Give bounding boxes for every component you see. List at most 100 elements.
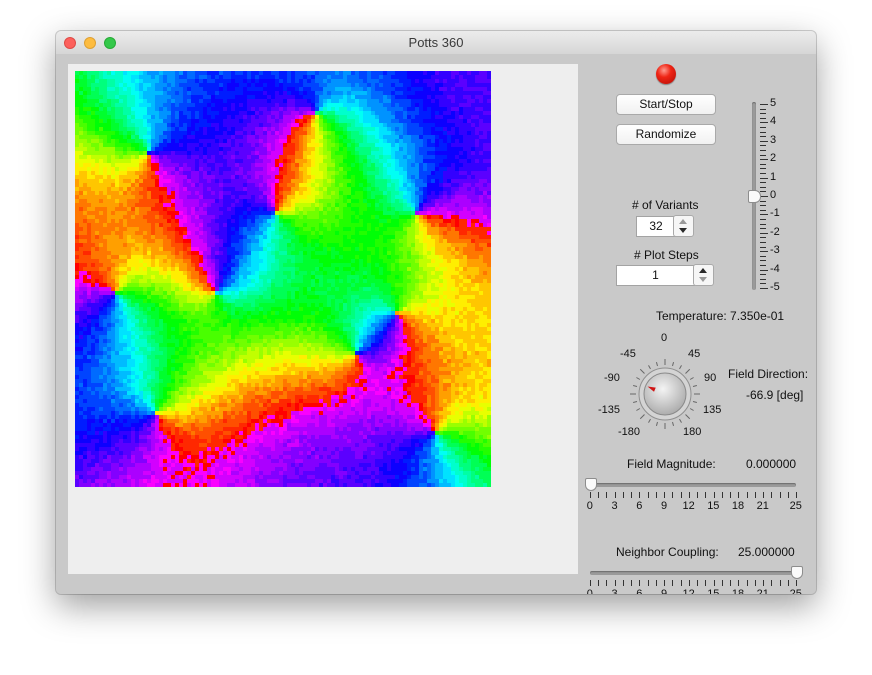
temperature-minor-tick xyxy=(760,255,766,257)
temperature-scale-label: -3 xyxy=(770,244,780,257)
field-direction-dial[interactable]: 0 -45 45 -90 90 -135 135 -180 180 xyxy=(590,332,730,452)
plot-steps-label: # Plot Steps xyxy=(634,248,699,262)
field-magnitude-tick xyxy=(639,492,641,498)
dial-tick xyxy=(685,414,691,420)
field-magnitude-tick xyxy=(746,492,748,498)
temperature-scale-label: -5 xyxy=(770,281,780,293)
field-magnitude-slider[interactable]: 0 3 6 9 12 15 18 21 25 xyxy=(584,476,804,516)
field-magnitude-scale-label: 6 xyxy=(636,500,643,512)
temperature-minor-tick xyxy=(760,127,766,128)
neighbor-coupling-slider[interactable]: 0 3 6 9 12 15 18 21 25 xyxy=(584,564,804,594)
dial-label-180: 180 xyxy=(683,426,702,438)
temperature-minor-tick xyxy=(760,191,766,193)
field-magnitude-tick xyxy=(664,492,666,498)
temperature-minor-tick xyxy=(760,182,766,184)
dial-label-135: 135 xyxy=(703,404,722,416)
temperature-scale-label: 1 xyxy=(770,170,777,183)
neighbor-coupling-tick xyxy=(697,580,699,586)
field-magnitude-tick xyxy=(787,492,789,498)
field-magnitude-scale-label: 21 xyxy=(756,500,769,512)
neighbor-coupling-thumb[interactable] xyxy=(791,566,803,579)
field-magnitude-scale-label: 15 xyxy=(707,500,720,512)
plot-steps-field[interactable]: 1 xyxy=(616,265,695,286)
field-magnitude-tick xyxy=(590,492,591,498)
dial-knob[interactable] xyxy=(643,372,687,416)
dial-tick xyxy=(692,401,698,404)
stepper-down-arrow-icon[interactable] xyxy=(699,277,707,282)
neighbor-coupling-tick xyxy=(672,580,674,586)
neighbor-coupling-scale-label: 9 xyxy=(660,588,668,594)
field-magnitude-label: Field Magnitude: xyxy=(627,457,716,471)
dial-tick xyxy=(655,421,658,427)
temperature-minor-tick xyxy=(760,205,766,207)
neighbor-coupling-tick xyxy=(622,580,624,586)
field-magnitude-tick xyxy=(631,492,633,498)
variants-stepper[interactable] xyxy=(673,215,694,237)
field-magnitude-tick xyxy=(754,492,756,498)
temperature-minor-tick xyxy=(760,228,766,230)
lattice-panel xyxy=(68,64,578,574)
neighbor-coupling-tick xyxy=(606,580,608,586)
variants-field[interactable]: 32 xyxy=(636,216,676,237)
temperature-scale-label: -2 xyxy=(770,225,780,238)
temperature-scale-label: 2 xyxy=(770,152,777,165)
temperature-major-tick xyxy=(760,251,768,253)
temperature-scale-label: 4 xyxy=(770,115,777,128)
temperature-major-tick xyxy=(760,196,768,197)
temperature-minor-tick xyxy=(760,113,766,115)
field-magnitude-tick xyxy=(655,492,657,498)
field-direction-label: Field Direction: xyxy=(728,367,809,381)
neighbor-coupling-tick xyxy=(721,580,723,586)
field-magnitude-tick xyxy=(688,492,690,498)
neighbor-coupling-value: 25.000000 xyxy=(738,545,795,559)
neighbor-coupling-tick xyxy=(598,580,600,586)
dial-label-neg90: -90 xyxy=(604,372,620,384)
neighbor-coupling-tick xyxy=(730,580,732,586)
temperature-minor-tick xyxy=(760,150,766,151)
field-magnitude-scale-label: 9 xyxy=(660,500,668,512)
field-magnitude-scale-label: 25 xyxy=(789,500,802,512)
dial-tick xyxy=(648,365,651,370)
field-magnitude-tick xyxy=(763,492,765,498)
start-stop-button[interactable]: Start/Stop xyxy=(616,94,716,115)
dial-tick xyxy=(639,368,645,374)
field-magnitude-scale-label: 0 xyxy=(586,500,593,512)
stepper-up-arrow-icon[interactable] xyxy=(699,268,707,273)
neighbor-coupling-scale-label: 0 xyxy=(586,588,593,594)
window-title: Potts 360 xyxy=(408,35,464,50)
field-magnitude-thumb[interactable] xyxy=(585,478,597,491)
potts-lattice-canvas[interactable] xyxy=(75,71,491,487)
neighbor-coupling-tick xyxy=(655,580,657,586)
field-magnitude-tick xyxy=(680,492,682,498)
temperature-slider[interactable]: 5 4 3 2 1 0 -1 -2 -3 -4 -5 xyxy=(746,97,786,294)
plot-steps-stepper[interactable] xyxy=(693,264,714,286)
neighbor-coupling-track xyxy=(590,571,796,575)
field-magnitude-tick xyxy=(614,492,616,498)
field-magnitude-tick xyxy=(771,492,773,498)
field-magnitude-scale-label: 12 xyxy=(682,500,695,512)
stepper-down-arrow-icon[interactable] xyxy=(679,228,687,233)
dial-tick xyxy=(672,421,675,427)
neighbor-coupling-scale-label: 3 xyxy=(611,588,618,594)
field-magnitude-tick xyxy=(705,492,707,498)
temperature-major-tick xyxy=(760,104,768,105)
dial-tick xyxy=(648,418,651,423)
content-area: Start/Stop Randomize # of Variants 32 # … xyxy=(56,54,816,594)
randomize-button[interactable]: Randomize xyxy=(616,124,716,145)
neighbor-coupling-scale-label: 6 xyxy=(636,588,643,594)
dial-tick xyxy=(685,368,691,374)
field-magnitude-track xyxy=(590,483,796,487)
temperature-minor-tick xyxy=(760,219,766,220)
field-magnitude-tick xyxy=(796,492,797,498)
temperature-minor-tick xyxy=(760,145,766,147)
field-magnitude-tick xyxy=(672,492,674,498)
temperature-minor-tick xyxy=(760,260,766,262)
neighbor-coupling-tick xyxy=(590,580,591,586)
dial-tick xyxy=(689,408,694,411)
temperature-scale-label: -4 xyxy=(770,262,780,275)
temperature-slider-thumb[interactable] xyxy=(748,190,761,203)
stepper-up-arrow-icon[interactable] xyxy=(679,219,687,224)
dial-graphic xyxy=(630,359,700,429)
temperature-minor-tick xyxy=(760,163,766,165)
temperature-minor-tick xyxy=(760,131,766,133)
